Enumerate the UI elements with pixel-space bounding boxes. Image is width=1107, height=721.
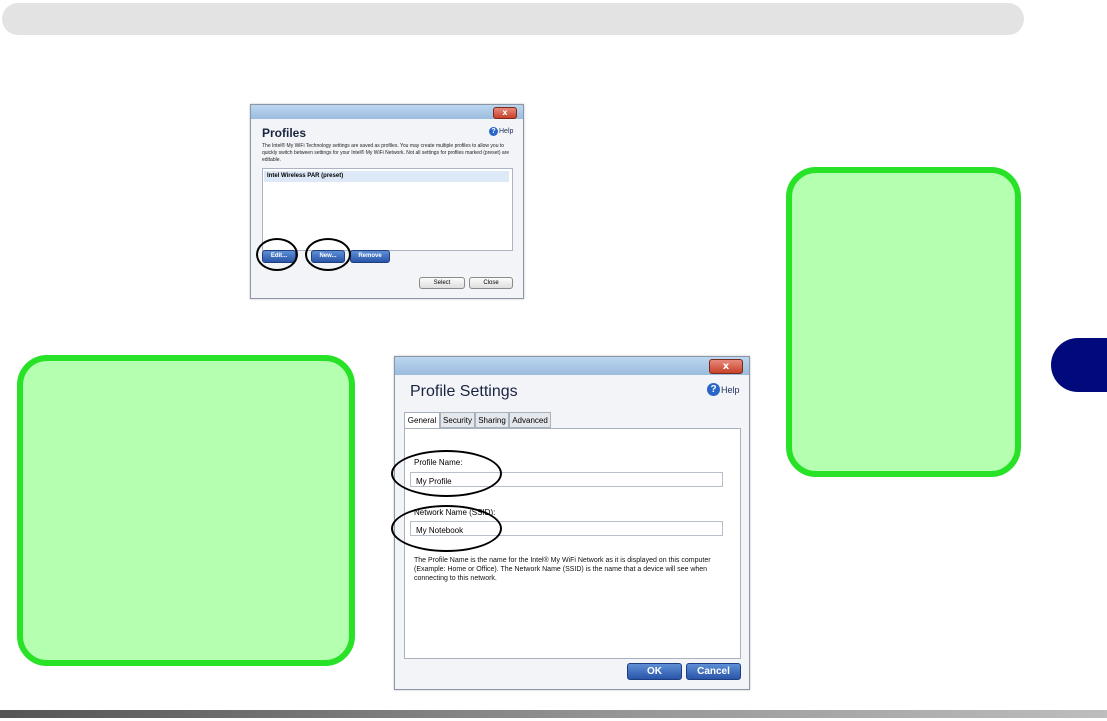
profiles-titlebar bbox=[251, 105, 523, 119]
callout-box-left bbox=[17, 355, 355, 666]
profiles-list: Intel Wireless PAR (preset) bbox=[262, 168, 513, 251]
profile-name-highlight-circle bbox=[391, 450, 502, 497]
profile-settings-title: Profile Settings bbox=[410, 383, 518, 400]
tab-sharing[interactable]: Sharing bbox=[475, 412, 509, 428]
remove-button[interactable]: Remove bbox=[350, 250, 390, 263]
tab-security[interactable]: Security bbox=[440, 412, 475, 428]
profiles-help-label: Help bbox=[499, 128, 514, 135]
profiles-description: The Intel® My WiFi Technology settings a… bbox=[262, 143, 510, 163]
close-button[interactable]: Close bbox=[469, 277, 513, 289]
help-icon: ? bbox=[707, 383, 720, 396]
profile-settings-help-link[interactable]: ? Help bbox=[707, 383, 740, 396]
network-name-highlight-circle bbox=[391, 505, 502, 552]
select-button[interactable]: Select bbox=[419, 277, 465, 289]
profile-settings-titlebar bbox=[395, 357, 749, 375]
list-item-label: Intel Wireless PAR (preset) bbox=[267, 173, 344, 179]
profiles-close-icon[interactable]: x bbox=[493, 107, 517, 119]
chapter-tab bbox=[1051, 338, 1107, 392]
callout-box-right bbox=[786, 167, 1021, 477]
profiles-dialog: x Profiles ? Help The Intel® My WiFi Tec… bbox=[250, 104, 524, 299]
new-highlight-circle bbox=[305, 238, 351, 271]
list-item[interactable]: Intel Wireless PAR (preset) bbox=[264, 171, 509, 182]
ok-button[interactable]: OK bbox=[627, 663, 682, 680]
profile-settings-close-icon[interactable]: x bbox=[709, 359, 743, 374]
help-icon: ? bbox=[489, 127, 498, 136]
page-header-bar bbox=[2, 3, 1024, 35]
tab-advanced[interactable]: Advanced bbox=[509, 412, 551, 428]
cancel-button[interactable]: Cancel bbox=[686, 663, 741, 680]
tab-general[interactable]: General bbox=[404, 412, 440, 429]
profile-settings-help-label: Help bbox=[721, 384, 740, 395]
profiles-help-link[interactable]: ? Help bbox=[489, 127, 513, 136]
tab-strip: General Security Sharing Advanced bbox=[404, 412, 744, 429]
edit-highlight-circle bbox=[256, 238, 298, 271]
profiles-title: Profiles bbox=[262, 126, 307, 140]
profile-settings-description: The Profile Name is the name for the Int… bbox=[414, 557, 711, 582]
page-footer-bar bbox=[0, 710, 1107, 718]
